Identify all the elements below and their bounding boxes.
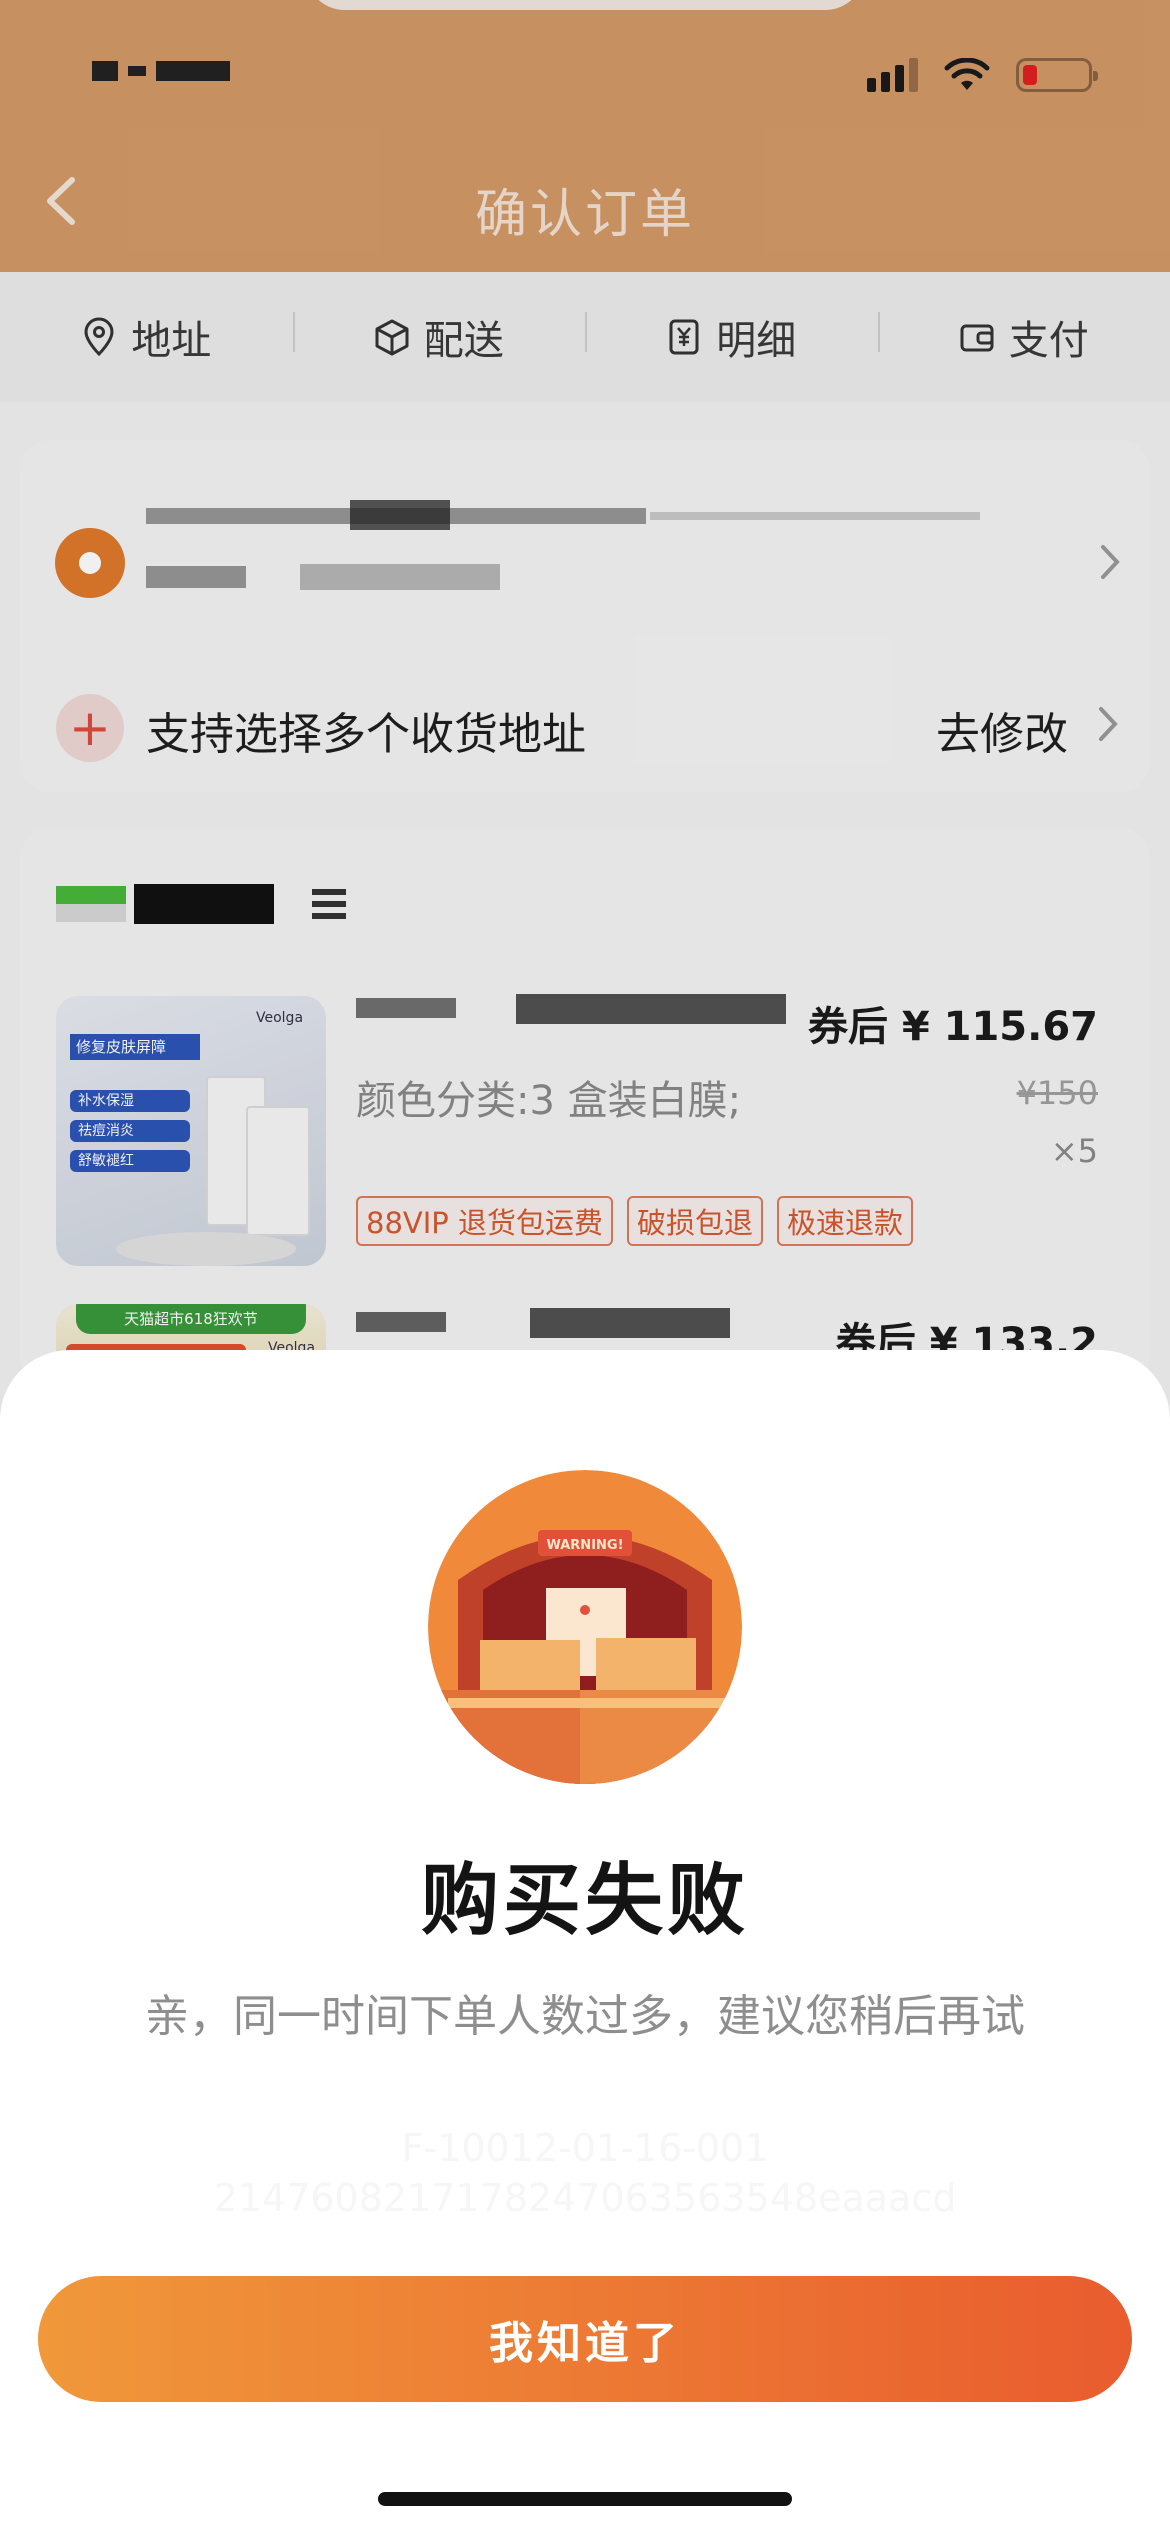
error-code: F-10012-01-16-001 [401,2126,769,2170]
trace-id: 2147608217178247063563548eaaacd [213,2176,957,2220]
dialog-title: 购买失败 [420,1856,749,1946]
home-indicator[interactable] [378,2492,792,2506]
warning-truck-illustration: WARNING! [428,1470,742,1784]
purchase-failed-dialog: WARNING! 购买失败 亲，同一时间下单人数过多，建议您稍后再试 F-100… [0,1350,1170,2532]
warning-text: WARNING! [546,1538,623,1553]
dialog-message: 亲，同一时间下单人数过多，建议您稍后再试 [145,1991,1025,2042]
confirm-button[interactable]: 我知道了 [38,2276,1132,2402]
